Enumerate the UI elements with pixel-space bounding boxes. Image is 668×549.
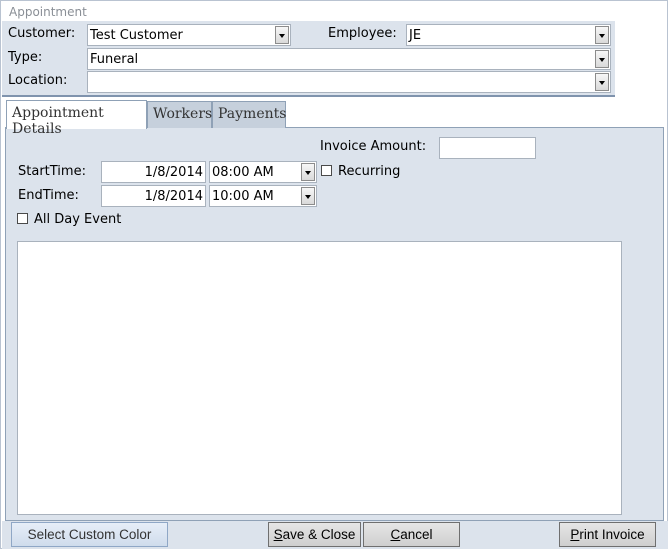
cancel-button[interactable]: Cancel: [363, 522, 460, 547]
save-close-button[interactable]: Save & Close: [268, 522, 361, 547]
type-combobox[interactable]: Funeral: [87, 48, 611, 70]
recurring-checkbox[interactable]: [321, 165, 332, 176]
chevron-down-icon[interactable]: [275, 26, 289, 44]
location-combobox[interactable]: [87, 71, 611, 93]
end-date-input[interactable]: 1/8/2014: [101, 185, 206, 207]
start-time-combobox[interactable]: 08:00 AM: [209, 161, 317, 183]
end-time-combobox[interactable]: 10:00 AM: [209, 185, 317, 207]
start-date-input[interactable]: 1/8/2014: [101, 161, 206, 183]
chevron-down-icon[interactable]: [301, 163, 315, 181]
print-invoice-button[interactable]: Print Invoice: [559, 522, 656, 547]
tab-appointment-details[interactable]: Appointment Details: [6, 100, 147, 137]
type-value: Funeral: [90, 52, 139, 67]
tab-payments[interactable]: Payments: [212, 101, 286, 128]
select-custom-color-button[interactable]: Select Custom Color: [11, 522, 168, 547]
location-label: Location:: [8, 73, 68, 88]
tab-workers[interactable]: Workers: [147, 101, 212, 128]
end-time-value: 10:00 AM: [212, 189, 274, 204]
employee-value: JE: [409, 28, 422, 43]
all-day-checkbox[interactable]: [17, 213, 28, 224]
chevron-down-icon[interactable]: [595, 73, 609, 91]
chevron-down-icon[interactable]: [301, 187, 315, 205]
invoice-amount-label: Invoice Amount:: [320, 139, 427, 154]
invoice-amount-input[interactable]: [439, 137, 536, 159]
employee-label: Employee:: [328, 26, 397, 41]
appointment-window: Appointment Customer: Test Customer Empl…: [0, 0, 668, 549]
window-title: Appointment: [9, 5, 87, 19]
end-date-value: 1/8/2014: [144, 189, 203, 204]
customer-label: Customer:: [8, 26, 76, 41]
start-time-value: 08:00 AM: [212, 165, 274, 180]
start-time-label: StartTime:: [18, 164, 86, 179]
type-label: Type:: [8, 50, 43, 65]
customer-combobox[interactable]: Test Customer: [87, 24, 291, 46]
employee-combobox[interactable]: JE: [406, 24, 611, 46]
start-date-value: 1/8/2014: [144, 165, 203, 180]
notes-textarea[interactable]: [17, 241, 622, 515]
customer-value: Test Customer: [90, 28, 183, 43]
recurring-label: Recurring: [338, 164, 401, 179]
all-day-label: All Day Event: [34, 212, 122, 227]
chevron-down-icon[interactable]: [595, 26, 609, 44]
chevron-down-icon[interactable]: [595, 50, 609, 68]
end-time-label: EndTime:: [18, 188, 79, 203]
